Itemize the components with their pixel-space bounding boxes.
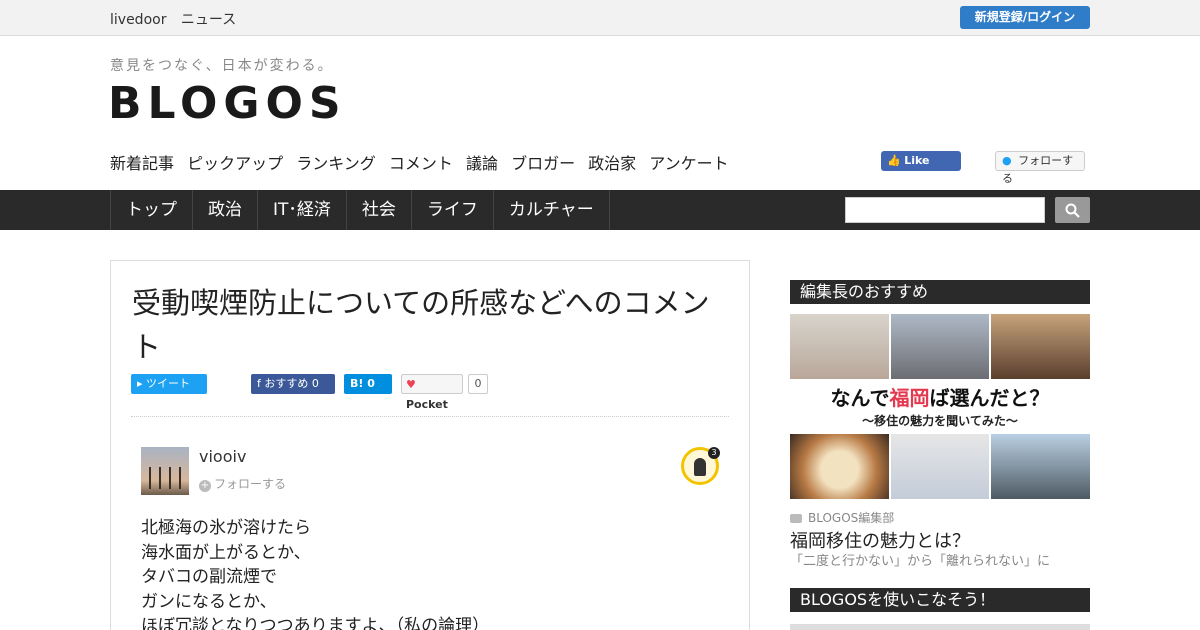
hatena-bookmark-button[interactable]: B! 0 — [344, 374, 392, 394]
promo-photo — [991, 314, 1090, 379]
livedoor-link[interactable]: livedoor — [110, 12, 166, 28]
person-icon — [694, 458, 706, 476]
subnav-new-articles[interactable]: 新着記事 — [110, 154, 174, 173]
search-input[interactable] — [845, 197, 1045, 223]
camera-icon — [790, 514, 802, 523]
subnav-politician[interactable]: 政治家 — [588, 154, 636, 173]
subnav-comment[interactable]: コメント — [389, 154, 453, 173]
search-icon — [1065, 203, 1080, 218]
facebook-icon: f — [257, 377, 261, 390]
fb-share-label: おすすめ — [264, 377, 309, 390]
signup-login-button[interactable]: 新規登録/ログイン — [960, 6, 1090, 29]
promo-banner[interactable]: なんで福岡ば選んだと？ 〜移住の魅力を聞いてみた〜 — [790, 314, 1090, 499]
main-navigation: トップ 政治 IT･経済 社会 ライフ カルチャー — [0, 190, 1200, 230]
plus-icon: + — [199, 480, 211, 492]
sub-navigation: 新着記事 ピックアップ ランキング コメント 議論 ブロガー 政治家 アンケート — [110, 150, 737, 174]
body-line: ガンになるとか、 — [141, 591, 277, 612]
subnav-discussion[interactable]: 議論 — [466, 154, 498, 173]
pocket-label: Pocket — [406, 398, 448, 411]
promo-description: 「二度と行かない」から「離れられない」に — [790, 554, 1051, 569]
nav-society[interactable]: 社会 — [347, 190, 412, 230]
body-line: 北極海の氷が溶けたら — [141, 518, 311, 538]
twitter-bird-icon: ● — [1002, 154, 1012, 167]
promo-author: BLOGOS編集部 — [790, 509, 894, 526]
nav-culture[interactable]: カルチャー — [494, 190, 610, 230]
follow-label: フォローする — [214, 477, 287, 491]
editor-picks-heading: 編集長のおすすめ — [790, 280, 1090, 304]
tw-follow-label: フォローする — [1002, 154, 1074, 185]
nav-it-economy[interactable]: IT･経済 — [258, 190, 347, 230]
twitter-follow-button[interactable]: ● フォローする — [995, 151, 1085, 185]
promo-photo — [991, 434, 1090, 499]
search-button[interactable] — [1055, 197, 1090, 223]
facebook-like-button[interactable]: 👍 Like 132K — [881, 151, 961, 187]
promo-photo — [891, 314, 989, 379]
fb-like-count: 132K — [887, 174, 916, 187]
article-card: 受動喫煙防止についての所感などへのコメント ▸ ツイート f おすすめ 0 B!… — [110, 260, 750, 630]
badge-count: 3 — [708, 447, 720, 459]
subnav-ranking[interactable]: ランキング — [296, 154, 376, 173]
author-avatar[interactable] — [141, 447, 189, 495]
body-line: ほぼ冗談となりつつありますよ、（私の論理） — [141, 616, 490, 630]
hatena-count: 0 — [367, 377, 375, 390]
subnav-pickup[interactable]: ピックアップ — [187, 154, 283, 173]
promo-photo — [790, 434, 889, 499]
twitter-bird-icon: ▸ — [137, 377, 143, 390]
facebook-share-button[interactable]: f おすすめ 0 — [251, 374, 335, 394]
thumbs-up-icon: 👍 — [887, 154, 901, 167]
promo-photo — [790, 314, 889, 379]
body-line: 海水面が上がるとか、 — [141, 542, 311, 563]
news-link[interactable]: ニュース — [181, 12, 236, 28]
hatena-label: B! — [350, 377, 364, 390]
author-name[interactable]: viooiv — [199, 447, 246, 466]
promo-photo — [891, 434, 989, 499]
site-logo[interactable]: BLOGOS — [108, 78, 347, 129]
blogger-badge: 3 — [681, 447, 720, 485]
fb-like-label: Like — [904, 154, 930, 167]
top-bar: livedoor ニュース 新規登録/ログイン — [0, 0, 1200, 36]
nav-top[interactable]: トップ — [110, 190, 193, 230]
divider — [131, 416, 729, 417]
nav-politics[interactable]: 政治 — [193, 190, 258, 230]
follow-author-link[interactable]: + フォローする — [199, 475, 286, 492]
sidebar-placeholder — [790, 624, 1090, 630]
pocket-button[interactable]: ♥ Pocket — [401, 374, 463, 411]
article-title: 受動喫煙防止についての所感などへのコメント — [132, 286, 710, 364]
pocket-icon: ♥ — [406, 378, 416, 391]
fb-share-count: 0 — [311, 377, 319, 390]
how-to-use-heading: BLOGOSを使いこなそう！ — [790, 588, 1090, 612]
body-line: タバコの副流煙で — [141, 567, 277, 587]
site-tagline: 意見をつなぐ、日本が変わる。 — [110, 58, 334, 74]
promo-headline: なんで福岡ば選んだと？ — [830, 386, 1050, 410]
nav-life[interactable]: ライフ — [412, 190, 494, 230]
tweet-button[interactable]: ▸ ツイート — [131, 374, 207, 394]
pocket-count: 0 — [468, 374, 488, 394]
tweet-label: ツイート — [146, 377, 191, 390]
article-body: 北極海の氷が溶けたら 海水面が上がるとか、 タバコの副流煙で ガンになるとか、 … — [141, 516, 489, 630]
subnav-blogger[interactable]: ブロガー — [511, 154, 575, 173]
brand-links: livedoor ニュース — [110, 9, 246, 29]
promo-subheadline: 〜移住の魅力を聞いてみた〜 — [862, 414, 1018, 428]
subnav-survey[interactable]: アンケート — [649, 154, 728, 173]
